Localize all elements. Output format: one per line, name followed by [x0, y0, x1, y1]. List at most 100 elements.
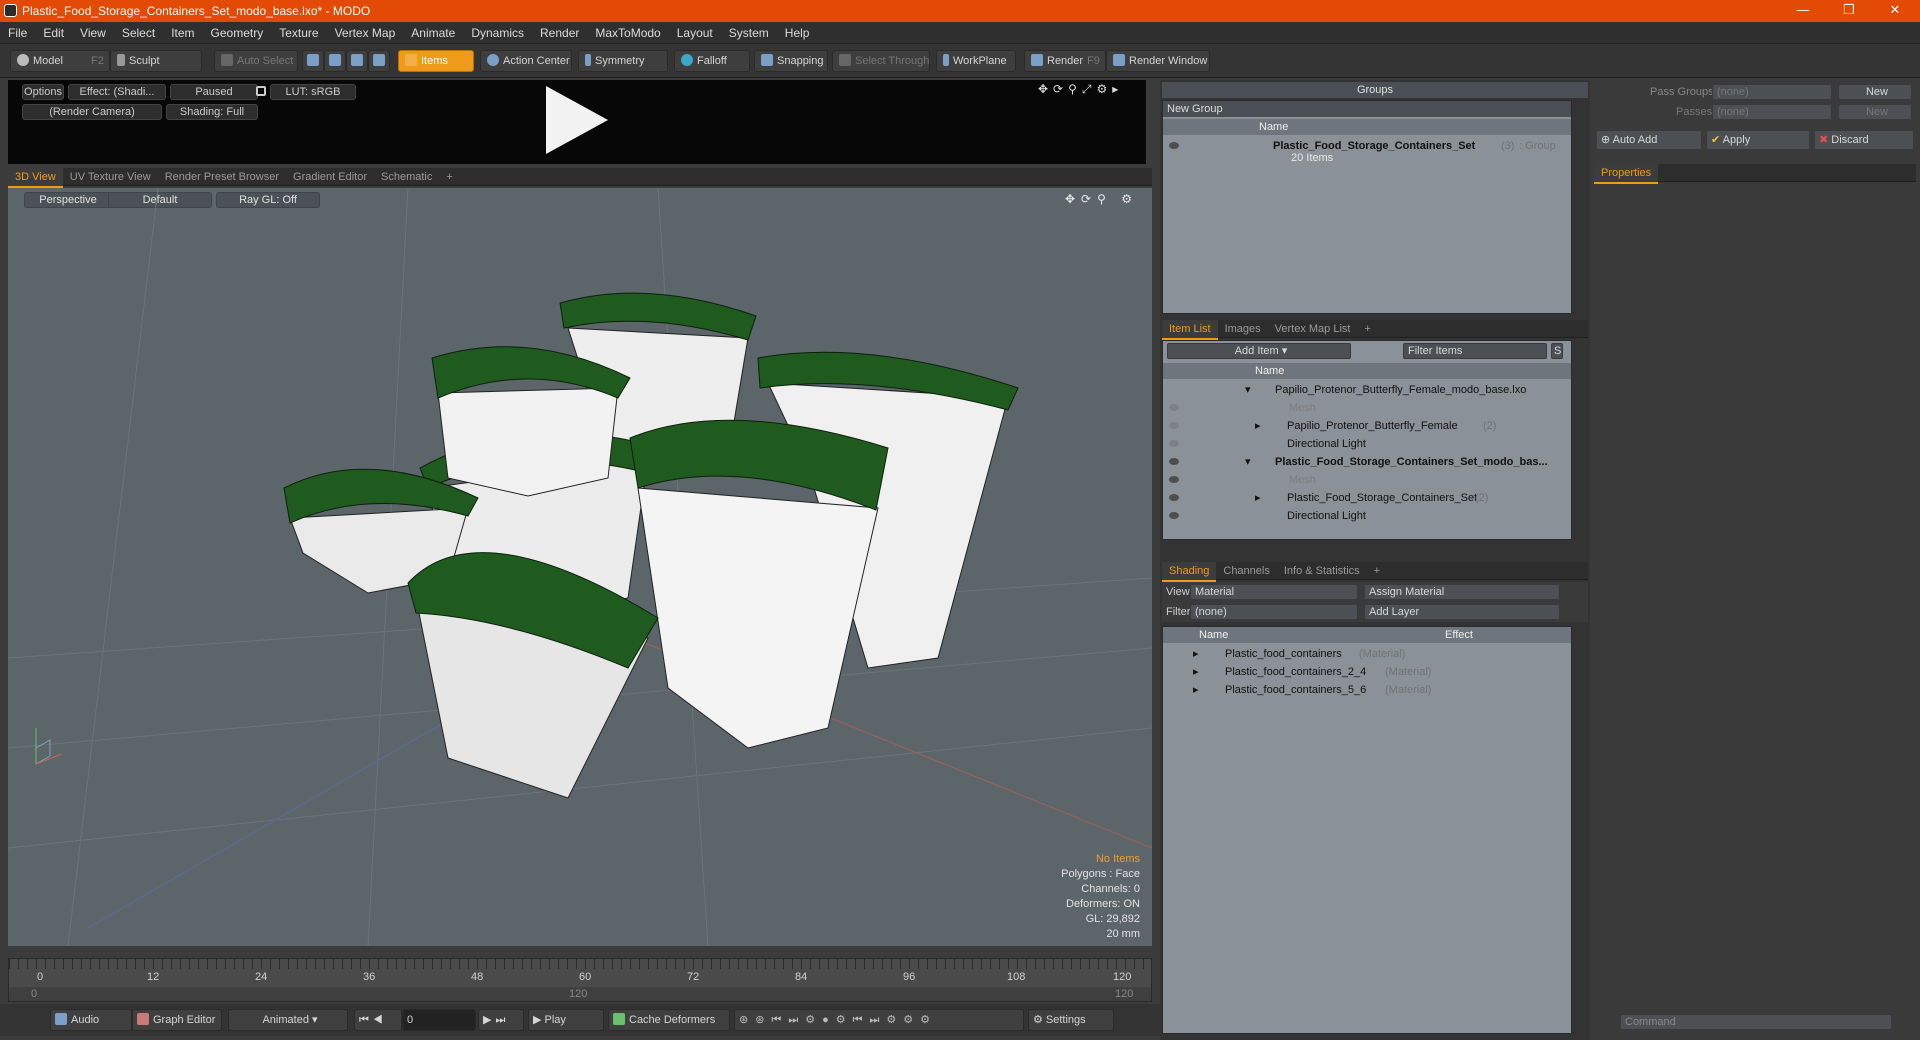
- menu-item[interactable]: Item: [163, 22, 202, 44]
- visibility-eye-icon[interactable]: [1169, 440, 1179, 447]
- restore-button[interactable]: ❐: [1826, 0, 1872, 22]
- menu-dynamics[interactable]: Dynamics: [463, 22, 532, 44]
- tab-uv-texture-view[interactable]: UV Texture View: [63, 168, 158, 186]
- filter-items-input[interactable]: Filter Items: [1403, 343, 1547, 359]
- apply-button[interactable]: ✔ Apply: [1706, 130, 1810, 150]
- play-icon[interactable]: [546, 86, 608, 154]
- falloff-button[interactable]: Falloff: [674, 50, 750, 72]
- items-select-button[interactable]: Items: [398, 50, 474, 72]
- auto-add-button[interactable]: ⊕ Auto Add: [1596, 130, 1702, 150]
- new-pass-group-button[interactable]: New: [1838, 84, 1912, 100]
- menu-geometry[interactable]: Geometry: [203, 22, 272, 44]
- add-layer-dropdown[interactable]: Add Layer: [1364, 604, 1560, 620]
- action-center-button[interactable]: Action Center: [480, 50, 572, 72]
- expand-arrow-icon[interactable]: ▸: [1193, 663, 1199, 681]
- visibility-eye-icon[interactable]: [1169, 422, 1179, 429]
- filter-dropdown[interactable]: (none): [1190, 604, 1358, 620]
- play-button[interactable]: ▶ Play: [528, 1009, 604, 1031]
- visibility-eye-icon[interactable]: [1169, 494, 1179, 501]
- skip-forward-buttons[interactable]: ▶⏭: [478, 1009, 524, 1031]
- menu-render[interactable]: Render: [532, 22, 587, 44]
- expand-arrow-icon[interactable]: ▸: [1255, 417, 1261, 435]
- polygons-select-button[interactable]: [346, 50, 368, 72]
- menu-vertex-map[interactable]: Vertex Map: [327, 22, 404, 44]
- list-item[interactable]: Directional Light: [1163, 507, 1571, 525]
- audio-button[interactable]: Audio: [50, 1009, 132, 1031]
- tab-schematic[interactable]: Schematic: [374, 168, 439, 186]
- tab-gradient-editor[interactable]: Gradient Editor: [286, 168, 374, 186]
- key-tools[interactable]: ⊛⊛⏮⏭⚙●⚙⏮⏭⚙⚙⚙: [734, 1009, 1024, 1031]
- menu-system[interactable]: System: [721, 22, 777, 44]
- assign-material-button[interactable]: Assign Material: [1364, 584, 1560, 600]
- passes-dropdown[interactable]: (none): [1712, 104, 1832, 120]
- command-input[interactable]: Command: [1620, 1014, 1892, 1030]
- expand-arrow-icon[interactable]: ▾: [1245, 381, 1251, 399]
- material-row[interactable]: ▸ Plastic_food_containers_2_4 (Material): [1163, 663, 1571, 681]
- visibility-eye-icon[interactable]: [1169, 476, 1179, 483]
- visibility-eye-icon[interactable]: [1169, 458, 1179, 465]
- list-item[interactable]: ▾ Papilio_Protenor_Butterfly_Female_modo_…: [1163, 381, 1571, 399]
- edges-select-button[interactable]: [324, 50, 346, 72]
- material-row[interactable]: ▸ Plastic_food_containers_5_6 (Material): [1163, 681, 1571, 699]
- preview-paused[interactable]: Paused: [170, 84, 258, 100]
- preview-nav-icons[interactable]: ✥⟳⚲⤢⚙▸: [1038, 82, 1123, 97]
- animated-dropdown[interactable]: Animated ▾: [228, 1009, 348, 1031]
- discard-button[interactable]: ✖ Discard: [1814, 130, 1914, 150]
- list-item[interactable]: ▸ Papilio_Protenor_Butterfly_Female (2): [1163, 417, 1571, 435]
- expand-arrow-icon[interactable]: ▸: [1193, 645, 1199, 663]
- material-row[interactable]: ▸ Plastic_food_containers (Material): [1163, 645, 1571, 663]
- list-item[interactable]: ▸ Plastic_Food_Storage_Containers_Set (2): [1163, 489, 1571, 507]
- list-item[interactable]: Directional Light: [1163, 435, 1571, 453]
- tab-item-list[interactable]: Item List: [1162, 320, 1218, 340]
- list-item[interactable]: Mesh: [1163, 471, 1571, 489]
- filter-s-button[interactable]: S: [1551, 343, 1563, 359]
- sculpt-mode-button[interactable]: Sculpt: [110, 50, 202, 72]
- group-row[interactable]: Plastic_Food_Storage_Containers_Set (3) …: [1163, 137, 1571, 167]
- tab-3d-view[interactable]: 3D View: [8, 168, 63, 188]
- settings-button[interactable]: ⚙ Settings: [1028, 1009, 1114, 1031]
- render-button[interactable]: Render F9: [1024, 50, 1106, 72]
- menu-animate[interactable]: Animate: [403, 22, 463, 44]
- tab-vertex-map-list[interactable]: Vertex Map List: [1268, 320, 1358, 338]
- visibility-eye-icon[interactable]: [1169, 142, 1179, 149]
- timeline[interactable]: 0 12 24 36 48 60 72 84 96 108 120 0 120 …: [8, 958, 1152, 1002]
- expand-arrow-icon[interactable]: ▸: [1255, 489, 1261, 507]
- preview-camera[interactable]: (Render Camera): [22, 104, 162, 120]
- menu-maxtomodo[interactable]: MaxToModo: [587, 22, 668, 44]
- materials-select-button[interactable]: [368, 50, 390, 72]
- expand-arrow-icon[interactable]: ▸: [1193, 681, 1199, 699]
- menu-file[interactable]: File: [0, 22, 35, 44]
- graph-editor-button[interactable]: Graph Editor: [132, 1009, 222, 1031]
- snapping-button[interactable]: Snapping: [754, 50, 828, 72]
- symmetry-button[interactable]: Symmetry: [578, 50, 668, 72]
- preview-options[interactable]: Options: [22, 84, 64, 100]
- auto-select-button[interactable]: Auto Select: [214, 50, 298, 72]
- view-dropdown[interactable]: Material: [1190, 584, 1358, 600]
- preview-lut[interactable]: LUT: sRGB: [270, 84, 356, 100]
- expand-arrow-icon[interactable]: ▾: [1245, 453, 1251, 471]
- new-group-button[interactable]: New Group: [1163, 101, 1571, 117]
- visibility-eye-icon[interactable]: [1169, 404, 1179, 411]
- workplane-button[interactable]: WorkPlane: [936, 50, 1016, 72]
- menu-help[interactable]: Help: [777, 22, 818, 44]
- new-pass-button[interactable]: New: [1838, 104, 1912, 120]
- menu-edit[interactable]: Edit: [35, 22, 72, 44]
- preview-shading[interactable]: Shading: Full: [166, 104, 258, 120]
- minimize-button[interactable]: —: [1780, 0, 1826, 22]
- select-through-button[interactable]: Select Through: [832, 50, 930, 72]
- add-item-dropdown[interactable]: Add Item ▾: [1167, 343, 1351, 359]
- menu-layout[interactable]: Layout: [669, 22, 721, 44]
- cache-deformers-button[interactable]: Cache Deformers: [608, 1009, 730, 1031]
- skip-back-buttons[interactable]: ⏮◀: [354, 1009, 402, 1031]
- tab-channels[interactable]: Channels: [1216, 562, 1276, 580]
- model-mode-button[interactable]: Model F2: [10, 50, 110, 72]
- visibility-eye-icon[interactable]: [1169, 512, 1179, 519]
- lock-icon[interactable]: [256, 86, 266, 96]
- add-shading-tab[interactable]: +: [1367, 562, 1387, 580]
- menu-texture[interactable]: Texture: [271, 22, 326, 44]
- frame-input[interactable]: 0: [402, 1009, 476, 1031]
- close-button[interactable]: ✕: [1872, 0, 1918, 22]
- add-tab-button[interactable]: +: [439, 168, 459, 186]
- add-itemlist-tab[interactable]: +: [1357, 320, 1377, 338]
- list-item[interactable]: Mesh: [1163, 399, 1571, 417]
